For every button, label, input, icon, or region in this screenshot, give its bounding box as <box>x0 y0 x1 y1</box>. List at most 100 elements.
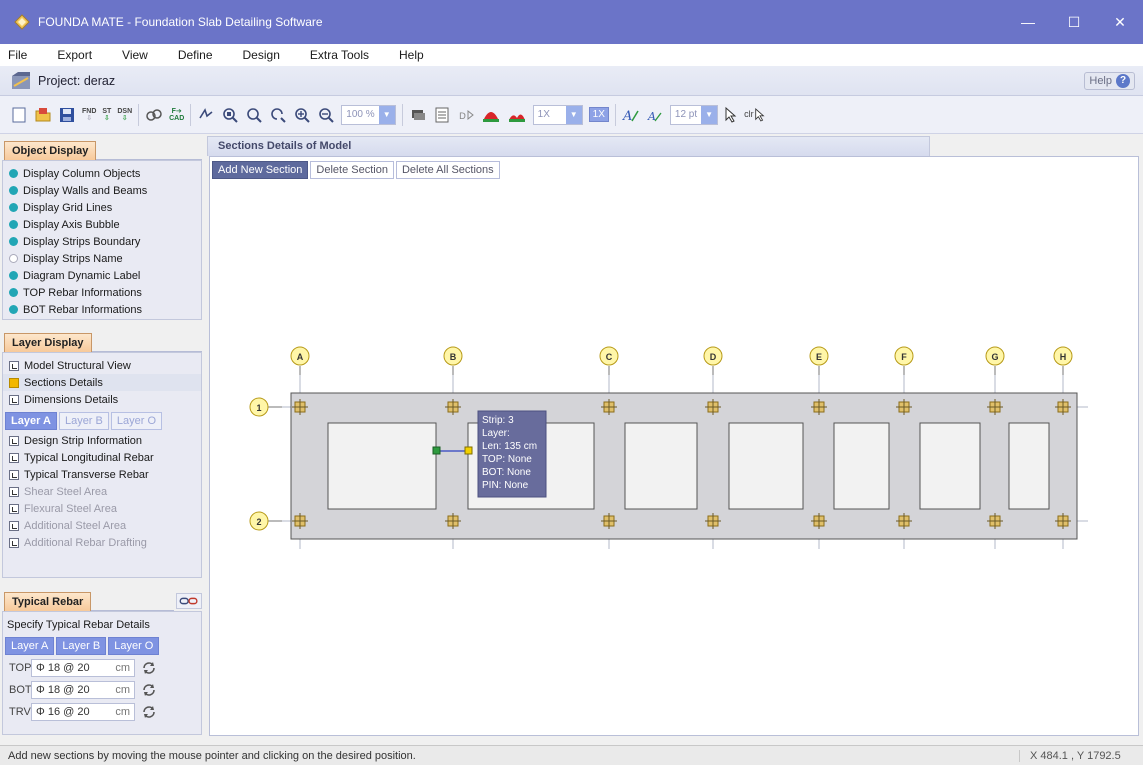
option-display-grid-lines[interactable]: Display Grid Lines <box>3 199 201 216</box>
option-display-walls-beams[interactable]: Display Walls and Beams <box>3 182 201 199</box>
layer-item-shear-steel-area[interactable]: Shear Steel Area <box>3 483 201 500</box>
slab-drawing[interactable]: A B C D E F G H 1 2 Strip: 3 Layer: Len: 135 cm T… <box>210 157 1138 735</box>
moment-diagram-button[interactable] <box>481 103 501 127</box>
st-button[interactable]: ST ⇩ <box>102 103 111 127</box>
chevron-down-icon: ▼ <box>565 105 582 124</box>
rebar-tab-layer-b[interactable]: Layer B <box>56 637 107 655</box>
tab-layer-o[interactable]: Layer O <box>110 412 163 430</box>
menu-extra-tools[interactable]: Extra Tools <box>310 48 369 62</box>
tab-sections-details[interactable]: Sections Details of Model <box>207 136 930 156</box>
layer-item-label: Additional Rebar Drafting <box>24 536 147 549</box>
menu-view[interactable]: View <box>122 48 148 62</box>
open-folder-icon <box>35 107 51 121</box>
properties-button[interactable] <box>433 103 451 127</box>
add-new-section-button[interactable]: Add New Section <box>212 161 309 179</box>
main-area: Sections Details of Model A B C D E F G … <box>207 134 1143 740</box>
checkbox-icon <box>9 503 19 514</box>
refresh-icon[interactable] <box>141 660 157 676</box>
text-color-button[interactable]: A <box>646 103 664 127</box>
close-button[interactable]: ✕ <box>1097 0 1143 44</box>
zoom-level-select[interactable]: 100 % ▼ <box>341 104 396 125</box>
layer-item-design-strip-info[interactable]: Design Strip Information <box>3 432 201 449</box>
top-rebar-input[interactable]: Φ 18 @ 20 cm <box>31 659 135 677</box>
new-file-button[interactable] <box>10 103 28 127</box>
zoom-out-button[interactable] <box>317 103 335 127</box>
text-style-button[interactable]: A <box>622 103 640 127</box>
menu-help[interactable]: Help <box>399 48 424 62</box>
layer-item-typical-longitudinal-rebar[interactable]: Typical Longitudinal Rebar <box>3 449 201 466</box>
scale-badge[interactable]: 1X <box>588 107 609 122</box>
layer-item-flexural-steel-area[interactable]: Flexural Steel Area <box>3 500 201 517</box>
drawing-canvas[interactable]: A B C D E F G H 1 2 Strip: 3 Layer: Len: 135 cm T… <box>209 156 1139 736</box>
text-color-icon: A <box>647 110 662 123</box>
menu-export[interactable]: Export <box>57 48 92 62</box>
layer-item-additional-steel-area[interactable]: Additional Steel Area <box>3 517 201 534</box>
menu-define[interactable]: Define <box>178 48 213 62</box>
checkbox-icon <box>9 486 19 497</box>
view-model-structural[interactable]: Model Structural View <box>3 357 201 374</box>
pan-button[interactable] <box>197 103 215 127</box>
font-size-select[interactable]: 12 pt ▼ <box>669 104 719 125</box>
zoom-window-button[interactable] <box>221 103 239 127</box>
export-cad-button[interactable]: F➔ CAD <box>169 103 184 127</box>
option-top-rebar-info[interactable]: TOP Rebar Informations <box>3 284 201 301</box>
bot-rebar-input[interactable]: Φ 18 @ 20 cm <box>31 681 135 699</box>
clear-selection-button[interactable]: clr <box>744 103 766 127</box>
link-button[interactable] <box>145 103 163 127</box>
option-bot-rebar-info[interactable]: BOT Rebar Informations <box>3 301 201 318</box>
menu-file[interactable]: File <box>8 48 27 62</box>
option-display-strips-name[interactable]: Display Strips Name <box>3 250 201 267</box>
layer-item-additional-rebar-drafting[interactable]: Additional Rebar Drafting <box>3 534 201 551</box>
zoom-in-button[interactable] <box>293 103 311 127</box>
dimension-button[interactable]: D <box>457 103 475 127</box>
option-display-strips-boundary[interactable]: Display Strips Boundary <box>3 233 201 250</box>
scale-select[interactable]: 1X ▼ <box>532 104 583 125</box>
menu-bar: File Export View Define Design Extra Too… <box>0 44 1143 66</box>
refresh-icon[interactable] <box>141 704 157 720</box>
layer-item-typical-transverse-rebar[interactable]: Typical Transverse Rebar <box>3 466 201 483</box>
cad-label: CAD <box>169 114 185 122</box>
properties-icon <box>435 107 449 122</box>
status-bar: Add new sections by moving the mouse poi… <box>0 745 1143 765</box>
zoom-previous-button[interactable] <box>269 103 287 127</box>
shear-diagram-icon <box>508 113 525 122</box>
pan-icon <box>199 107 213 118</box>
delete-section-button[interactable]: Delete Section <box>310 161 394 179</box>
zoom-icon <box>247 107 263 123</box>
option-diagram-dynamic-label[interactable]: Diagram Dynamic Label <box>3 267 201 284</box>
rebar-row-label: TOP <box>9 662 32 674</box>
tab-layer-b[interactable]: Layer B <box>58 412 109 430</box>
zoom-button[interactable] <box>245 103 263 127</box>
delete-all-sections-button[interactable]: Delete All Sections <box>395 161 500 179</box>
help-button[interactable]: Help ? <box>1084 71 1135 90</box>
pointer-icon <box>725 106 737 123</box>
view-sections-details[interactable]: Sections Details <box>3 374 201 391</box>
rebar-tab-layer-o[interactable]: Layer O <box>108 637 160 655</box>
axis-bubble-d: D <box>703 346 723 375</box>
save-button[interactable] <box>58 103 76 127</box>
option-display-axis-bubble[interactable]: Display Axis Bubble <box>3 216 201 233</box>
rebar-tab-layer-a[interactable]: Layer A <box>5 637 55 655</box>
tab-layer-a[interactable]: Layer A <box>5 412 57 430</box>
section-handle-end[interactable] <box>464 446 473 455</box>
layers-button[interactable] <box>409 103 427 127</box>
section-handle-start[interactable] <box>432 446 441 455</box>
shear-diagram-button[interactable] <box>507 103 527 127</box>
axis-bubble-c: C <box>599 346 619 375</box>
axis-bubble-h: H <box>1053 346 1073 375</box>
maximize-button[interactable]: ☐ <box>1051 0 1097 44</box>
dsn-button[interactable]: DSN ⇩ <box>117 103 132 127</box>
refresh-icon[interactable] <box>141 682 157 698</box>
trv-rebar-input[interactable]: Φ 16 @ 20 cm <box>31 703 135 721</box>
fnd-button[interactable]: FND ⇩ <box>82 103 96 127</box>
down-arrow-icon: ⇩ <box>121 114 128 122</box>
select-pointer-button[interactable] <box>724 103 738 127</box>
option-display-column-objects[interactable]: Display Column Objects <box>3 165 201 182</box>
view-dimensions-details[interactable]: Dimensions Details <box>3 391 201 408</box>
open-file-button[interactable] <box>34 103 52 127</box>
checkbox-icon <box>9 520 19 531</box>
menu-design[interactable]: Design <box>243 48 280 62</box>
minimize-button[interactable]: — <box>1005 0 1051 44</box>
link-chain-icon[interactable] <box>176 593 202 609</box>
rebar-unit: cm <box>115 684 130 696</box>
